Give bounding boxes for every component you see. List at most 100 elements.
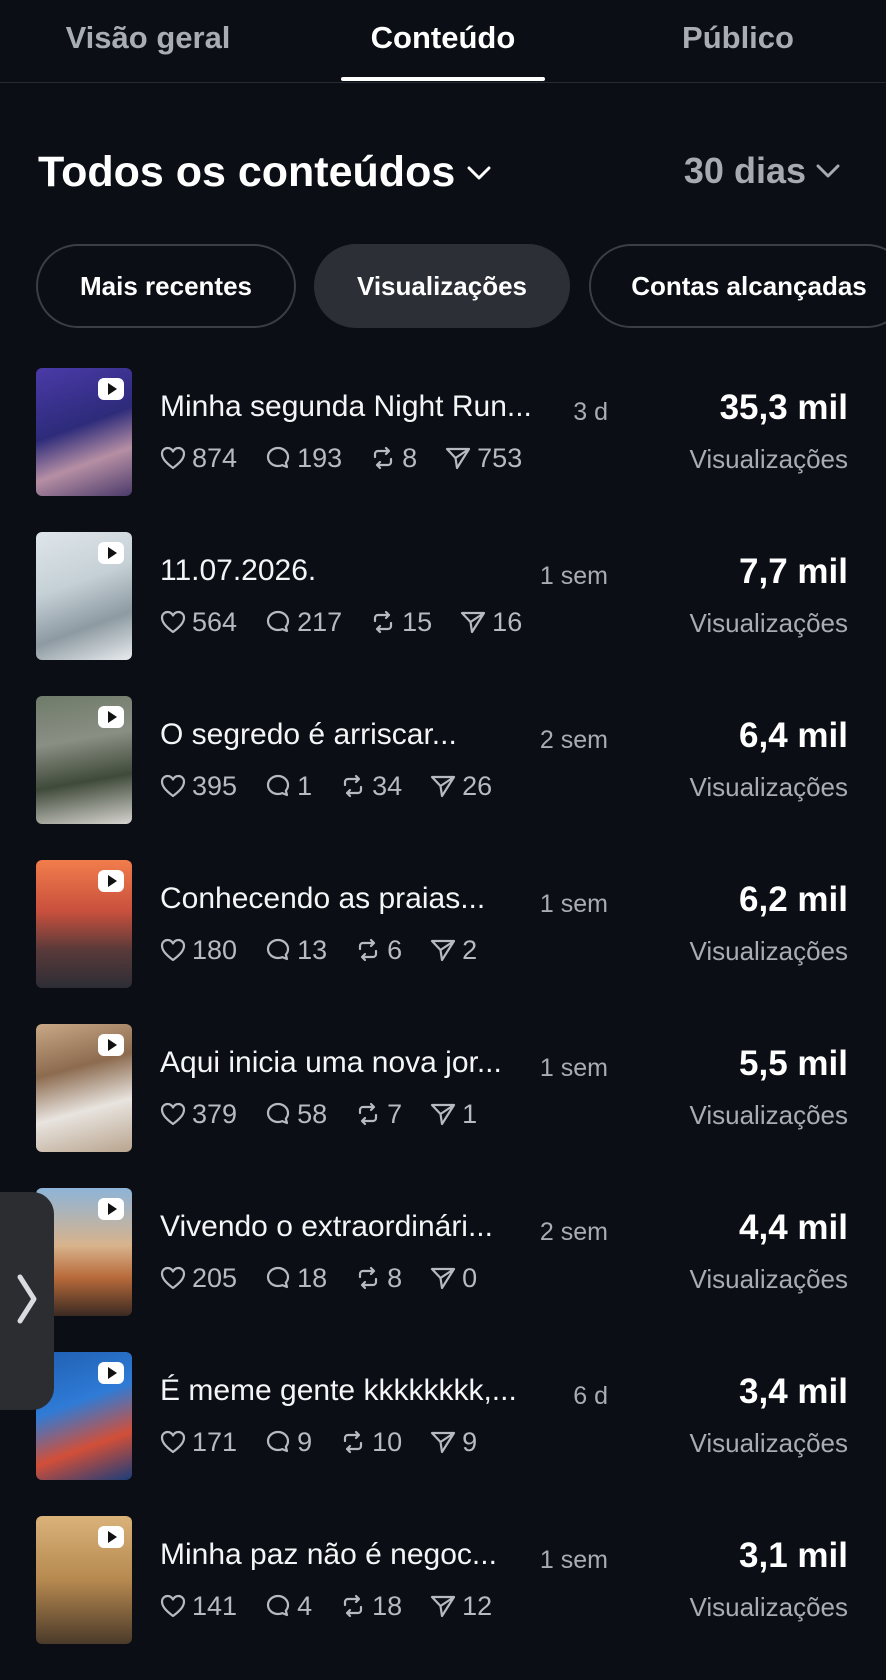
content-row[interactable]: Minha paz não é negoc... 1 sem 141 4 18 … [0,1516,886,1680]
chevron-down-icon [816,163,840,179]
repost-icon [355,937,381,963]
share-icon [430,1430,456,1454]
content-row[interactable]: O segredo é arriscar... 2 sem 395 1 34 2… [0,696,886,860]
share-icon [460,610,486,634]
date-range-dropdown[interactable]: 30 dias [684,150,840,192]
side-expand-handle[interactable] [0,1192,54,1410]
views-value: 3,4 mil [739,1372,848,1411]
post-thumbnail[interactable] [36,1516,132,1644]
views-label: Visualizações [689,608,848,638]
post-age: 6 d [573,1382,608,1410]
tab-content[interactable]: Conteúdo [333,18,553,58]
repost-icon [370,445,396,471]
comment-icon [265,1265,291,1291]
post-thumbnail[interactable] [36,860,132,988]
comments-count: 58 [297,1098,328,1129]
play-icon [98,870,124,892]
post-stats: 141 4 18 12 [160,1588,520,1624]
likes-stat: 395 [160,771,237,802]
comments-stat: 217 [265,607,342,638]
heart-icon [160,1102,186,1126]
chip-most-recent[interactable]: Mais recentes [36,244,296,328]
content-row[interactable]: É meme gente kkkkkkkk,... 6 d 171 9 10 9… [0,1352,886,1516]
repost-icon [340,1593,366,1619]
content-filter-dropdown[interactable]: Todos os conteúdos [38,148,491,197]
likes-stat: 379 [160,1099,237,1130]
likes-stat: 205 [160,1263,237,1294]
comments-count: 193 [297,442,343,473]
views-value: 3,1 mil [739,1536,848,1575]
repost-icon [370,609,396,635]
comments-stat: 13 [265,935,327,966]
shares-count: 1 [462,1098,478,1129]
comment-icon [265,1101,291,1127]
post-thumbnail[interactable] [36,368,132,496]
post-title: O segredo é arriscar... [160,718,457,751]
post-stats: 395 1 34 26 [160,768,520,804]
post-thumbnail[interactable] [36,532,132,660]
chip-accounts-reached[interactable]: Contas alcançadas [589,244,886,328]
heart-icon [160,938,186,962]
views-label: Visualizações [689,1264,848,1294]
likes-stat: 874 [160,443,237,474]
share-icon [430,774,456,798]
post-stats: 564 217 15 16 [160,604,550,640]
comments-stat: 1 [265,771,312,802]
repost-icon [340,1429,366,1455]
post-title: É meme gente kkkkkkkk,... [160,1374,517,1407]
comment-icon [265,445,291,471]
date-range-label: 30 dias [683,150,806,191]
likes-count: 141 [192,1590,238,1621]
comments-stat: 9 [265,1427,312,1458]
comment-icon [265,937,291,963]
share-icon [430,1594,456,1618]
views-label: Visualizações [689,936,848,966]
share-icon [445,446,471,470]
repost-icon [355,1265,381,1291]
reposts-stat: 34 [340,771,402,802]
post-age: 3 d [573,398,608,426]
content-row[interactable]: Aqui inicia uma nova jor... 1 sem 379 58… [0,1024,886,1188]
post-age: 1 sem [539,562,608,590]
reposts-count: 8 [402,442,418,473]
heart-icon [160,1430,186,1454]
views-label: Visualizações [689,444,848,474]
post-title: Aqui inicia uma nova jor... [160,1046,502,1079]
likes-count: 395 [192,770,238,801]
reposts-stat: 6 [355,935,402,966]
heart-icon [160,446,186,470]
content-row[interactable]: 11.07.2026. 1 sem 564 217 15 16 7,7 mil … [0,532,886,696]
comments-count: 217 [297,606,343,637]
play-icon [98,1526,124,1548]
content-row[interactable]: Vivendo o extraordinári... 2 sem 205 18 … [0,1188,886,1352]
shares-stat: 16 [460,607,522,638]
reposts-stat: 8 [355,1263,402,1294]
play-icon [98,1198,124,1220]
tab-audience[interactable]: Público [628,18,848,58]
shares-count: 0 [462,1262,478,1293]
comment-icon [265,773,291,799]
shares-count: 753 [477,442,523,473]
likes-stat: 180 [160,935,237,966]
content-row[interactable]: Conhecendo as praias... 1 sem 180 13 6 2… [0,860,886,1024]
post-thumbnail[interactable] [36,696,132,824]
reposts-stat: 15 [370,607,432,638]
post-age: 1 sem [539,890,608,918]
play-icon [98,706,124,728]
content-row[interactable]: Minha segunda Night Run... 3 d 874 193 8… [0,368,886,532]
post-thumbnail[interactable] [36,1024,132,1152]
top-tabs: Visão geral Conteúdo Público [0,0,886,83]
shares-count: 12 [462,1590,493,1621]
play-icon [98,542,124,564]
views-value: 6,2 mil [739,880,848,919]
share-icon [430,938,456,962]
post-stats: 171 9 10 9 [160,1424,505,1460]
post-age: 1 sem [539,1054,608,1082]
views-value: 35,3 mil [719,388,848,427]
chip-views[interactable]: Visualizações [314,244,570,328]
reposts-stat: 18 [340,1591,402,1622]
tab-overview[interactable]: Visão geral [38,18,258,58]
comments-stat: 58 [265,1099,327,1130]
post-age: 1 sem [539,1546,608,1574]
post-title: Minha paz não é negoc... [160,1538,497,1571]
